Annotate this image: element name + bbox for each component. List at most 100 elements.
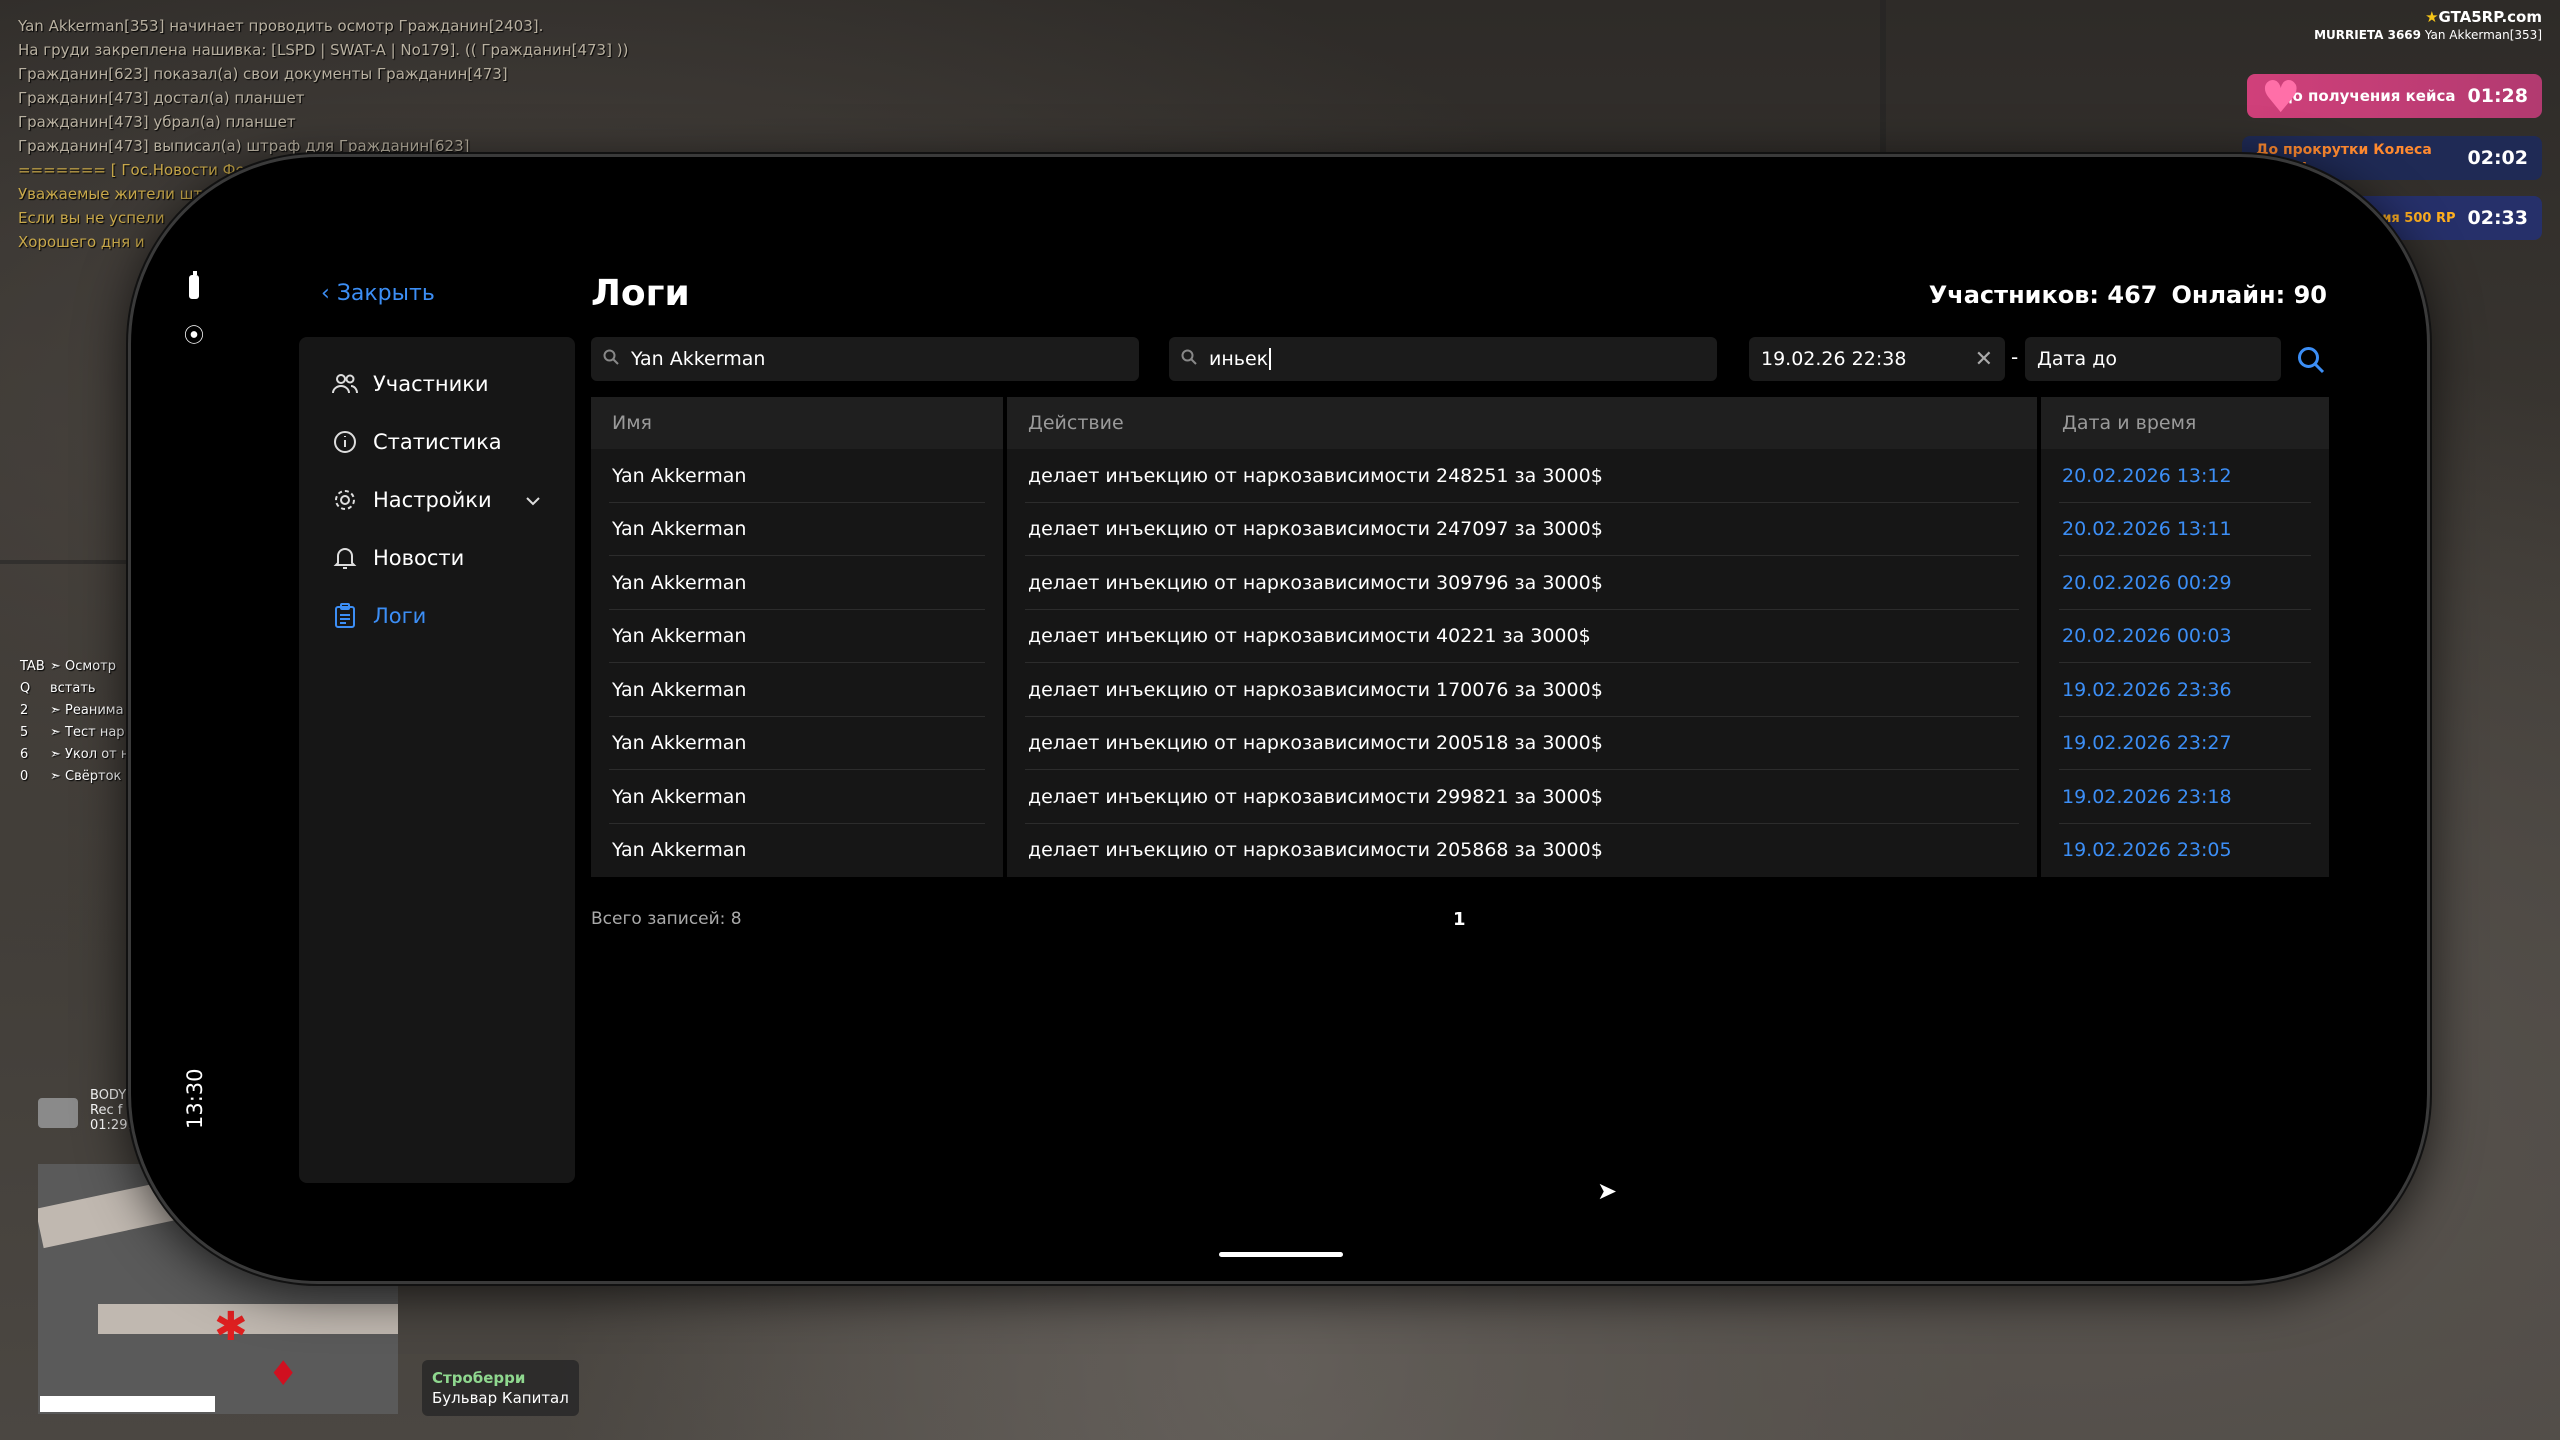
key-hints: TAB ➣ Осмотр Qвстать 2 ➣ Реанима 5 ➣ Тест нар 6… <box>20 656 129 788</box>
cell-name: Yan Akkerman <box>591 609 1003 663</box>
date-from-field[interactable]: 19.02.26 22:38 ✕ <box>1749 337 2005 381</box>
date-range-separator: - <box>2011 345 2019 369</box>
cell-datetime[interactable]: 19.02.2026 23:18 <box>2041 770 2329 824</box>
online-count: Онлайн: 90 <box>2171 281 2327 309</box>
signal-icon: ⦿ <box>184 323 204 347</box>
bodycam-line: 01:29: <box>90 1118 132 1133</box>
bodycam-line: Rec f <box>90 1103 123 1118</box>
table-body: Yan Akkerman делает инъекцию от наркозави… <box>591 449 2329 877</box>
key-hint-key: 2 <box>20 703 29 718</box>
key-hint-label: ➣ Укол от н <box>50 747 130 762</box>
tablet-status-bar: ⦿ <box>179 271 209 348</box>
table-row: Yan Akkerman делает инъекцию от наркозави… <box>591 770 2329 824</box>
info-icon <box>331 430 359 454</box>
sidebar-item-settings[interactable]: Настройки <box>299 471 575 529</box>
close-button[interactable]: ‹ Закрыть <box>321 281 435 306</box>
cell-name: Yan Akkerman <box>591 502 1003 556</box>
sidebar-item-label: Логи <box>373 604 427 628</box>
member-stats: Участников: 467 Онлайн: 90 <box>1915 281 2327 309</box>
action-search-input[interactable]: иньек <box>1169 337 1717 381</box>
cell-action: делает инъекцию от наркозависимости 4022… <box>1007 609 2037 663</box>
sidebar-item-news[interactable]: Новости <box>299 529 575 587</box>
chat-line: Гражданин[473] достал(а) планшет <box>18 89 305 107</box>
page-number[interactable]: 1 <box>1453 909 1466 930</box>
sidebar-item-label: Участники <box>373 372 489 396</box>
bodycam-indicator: BODY Rec f 01:29: <box>38 1088 132 1133</box>
cell-datetime[interactable]: 20.02.2026 13:12 <box>2041 449 2329 503</box>
cell-name: Yan Akkerman <box>591 770 1003 824</box>
battery-icon <box>189 271 199 299</box>
cell-name: Yan Akkerman <box>591 716 1003 770</box>
server-info: ★GTA5RP.com MURRIETA 3669 Yan Akkerman[3… <box>2314 8 2542 42</box>
search-icon <box>603 349 619 369</box>
location-street: Строберри <box>432 1369 526 1387</box>
cell-name: Yan Akkerman <box>591 556 1003 610</box>
key-hint: 0 ➣ Свёрток <box>20 766 129 788</box>
column-header-action: Действие <box>1007 397 2037 449</box>
table-row: Yan Akkerman делает инъекцию от наркозави… <box>591 609 2329 663</box>
chat-line: Гражданин[623] показал(а) свои документы… <box>18 65 508 83</box>
cell-name: Yan Akkerman <box>591 449 1003 503</box>
chevron-down-icon[interactable] <box>525 491 541 510</box>
key-hint-label: ➣ Реанима <box>50 703 124 718</box>
table-row: Yan Akkerman делает инъекцию от наркозави… <box>591 663 2329 717</box>
cell-datetime[interactable]: 19.02.2026 23:05 <box>2041 823 2329 877</box>
sidebar-item-statistics[interactable]: Статистика <box>299 413 575 471</box>
key-hint: Qвстать <box>20 678 129 700</box>
page-title: Логи <box>591 273 690 314</box>
cell-action: делает инъекцию от наркозависимости 2482… <box>1007 449 2037 503</box>
key-hint-key: 6 <box>20 747 29 762</box>
location-district: Бульвар Капитал <box>432 1389 569 1407</box>
date-to-field[interactable]: Дата до <box>2025 337 2281 381</box>
key-hint-key: TAB <box>20 659 45 674</box>
cell-datetime[interactable]: 20.02.2026 00:03 <box>2041 609 2329 663</box>
server-player-line: MURRIETA 3669 Yan Akkerman[353] <box>2314 28 2542 42</box>
column-header-name: Имя <box>591 397 1003 449</box>
camera-icon <box>38 1098 78 1128</box>
key-hint: 6 ➣ Укол от н <box>20 744 129 766</box>
sidebar-item-members[interactable]: Участники <box>299 355 575 413</box>
background-pole <box>1880 0 1886 160</box>
chat-line: Гражданин[473] убрал(а) планшет <box>18 113 296 131</box>
key-hint-label: ➣ Осмотр <box>50 659 116 674</box>
clear-icon[interactable]: ✕ <box>1975 347 1993 372</box>
key-hint-key: Q <box>20 681 31 696</box>
sidebar-item-logs[interactable]: Логи <box>299 587 575 645</box>
cell-name: Yan Akkerman <box>591 663 1003 717</box>
map-road <box>98 1304 398 1334</box>
bell-icon <box>331 545 359 571</box>
table-row: Yan Akkerman делает инъекцию от наркозави… <box>591 502 2329 556</box>
name-search-value: Yan Akkerman <box>631 348 766 370</box>
cell-datetime[interactable]: 19.02.2026 23:36 <box>2041 663 2329 717</box>
chevron-left-icon: ‹ <box>321 281 330 306</box>
cell-datetime[interactable]: 20.02.2026 13:11 <box>2041 502 2329 556</box>
sidebar-item-label: Новости <box>373 546 465 570</box>
key-hint-key: 0 <box>20 769 29 784</box>
sidebar-item-label: Статистика <box>373 430 502 454</box>
close-label: Закрыть <box>336 281 435 306</box>
gear-icon <box>331 488 359 512</box>
name-search-input[interactable]: Yan Akkerman <box>591 337 1139 381</box>
home-indicator[interactable] <box>1219 1252 1343 1257</box>
sidebar-item-label: Настройки <box>373 488 492 512</box>
cell-datetime[interactable]: 20.02.2026 00:29 <box>2041 556 2329 610</box>
key-hint-label: ➣ Тест нар <box>50 725 125 740</box>
bodycam-line: BODY <box>90 1088 127 1103</box>
tablet-device: ⦿ 13:30 ‹ Закрыть Участники Статистика Н… <box>128 154 2430 1284</box>
date-to-placeholder: Дата до <box>2037 348 2117 370</box>
chat-line: Yan Akkerman[353] начинает проводить осм… <box>18 17 544 35</box>
table-row: Yan Akkerman делает инъекцию от наркозави… <box>591 823 2329 877</box>
search-button[interactable] <box>2291 340 2331 380</box>
total-records: Всего записей: 8 <box>591 909 742 929</box>
cell-datetime[interactable]: 19.02.2026 23:27 <box>2041 716 2329 770</box>
action-search-value: иньек <box>1209 348 1269 370</box>
cell-action: делает инъекцию от наркозависимости 2058… <box>1007 823 2037 877</box>
health-bar <box>40 1396 215 1412</box>
key-hint: 5 ➣ Тест нар <box>20 722 129 744</box>
case-timer: ♥ До получения кейса 01:28 <box>2247 74 2542 120</box>
clipboard-icon <box>331 603 359 629</box>
key-hint: TAB ➣ Осмотр <box>20 656 129 678</box>
wheel-timer-value: 02:02 <box>2467 147 2528 169</box>
users-icon <box>331 373 359 395</box>
search-icon <box>2298 347 2325 374</box>
